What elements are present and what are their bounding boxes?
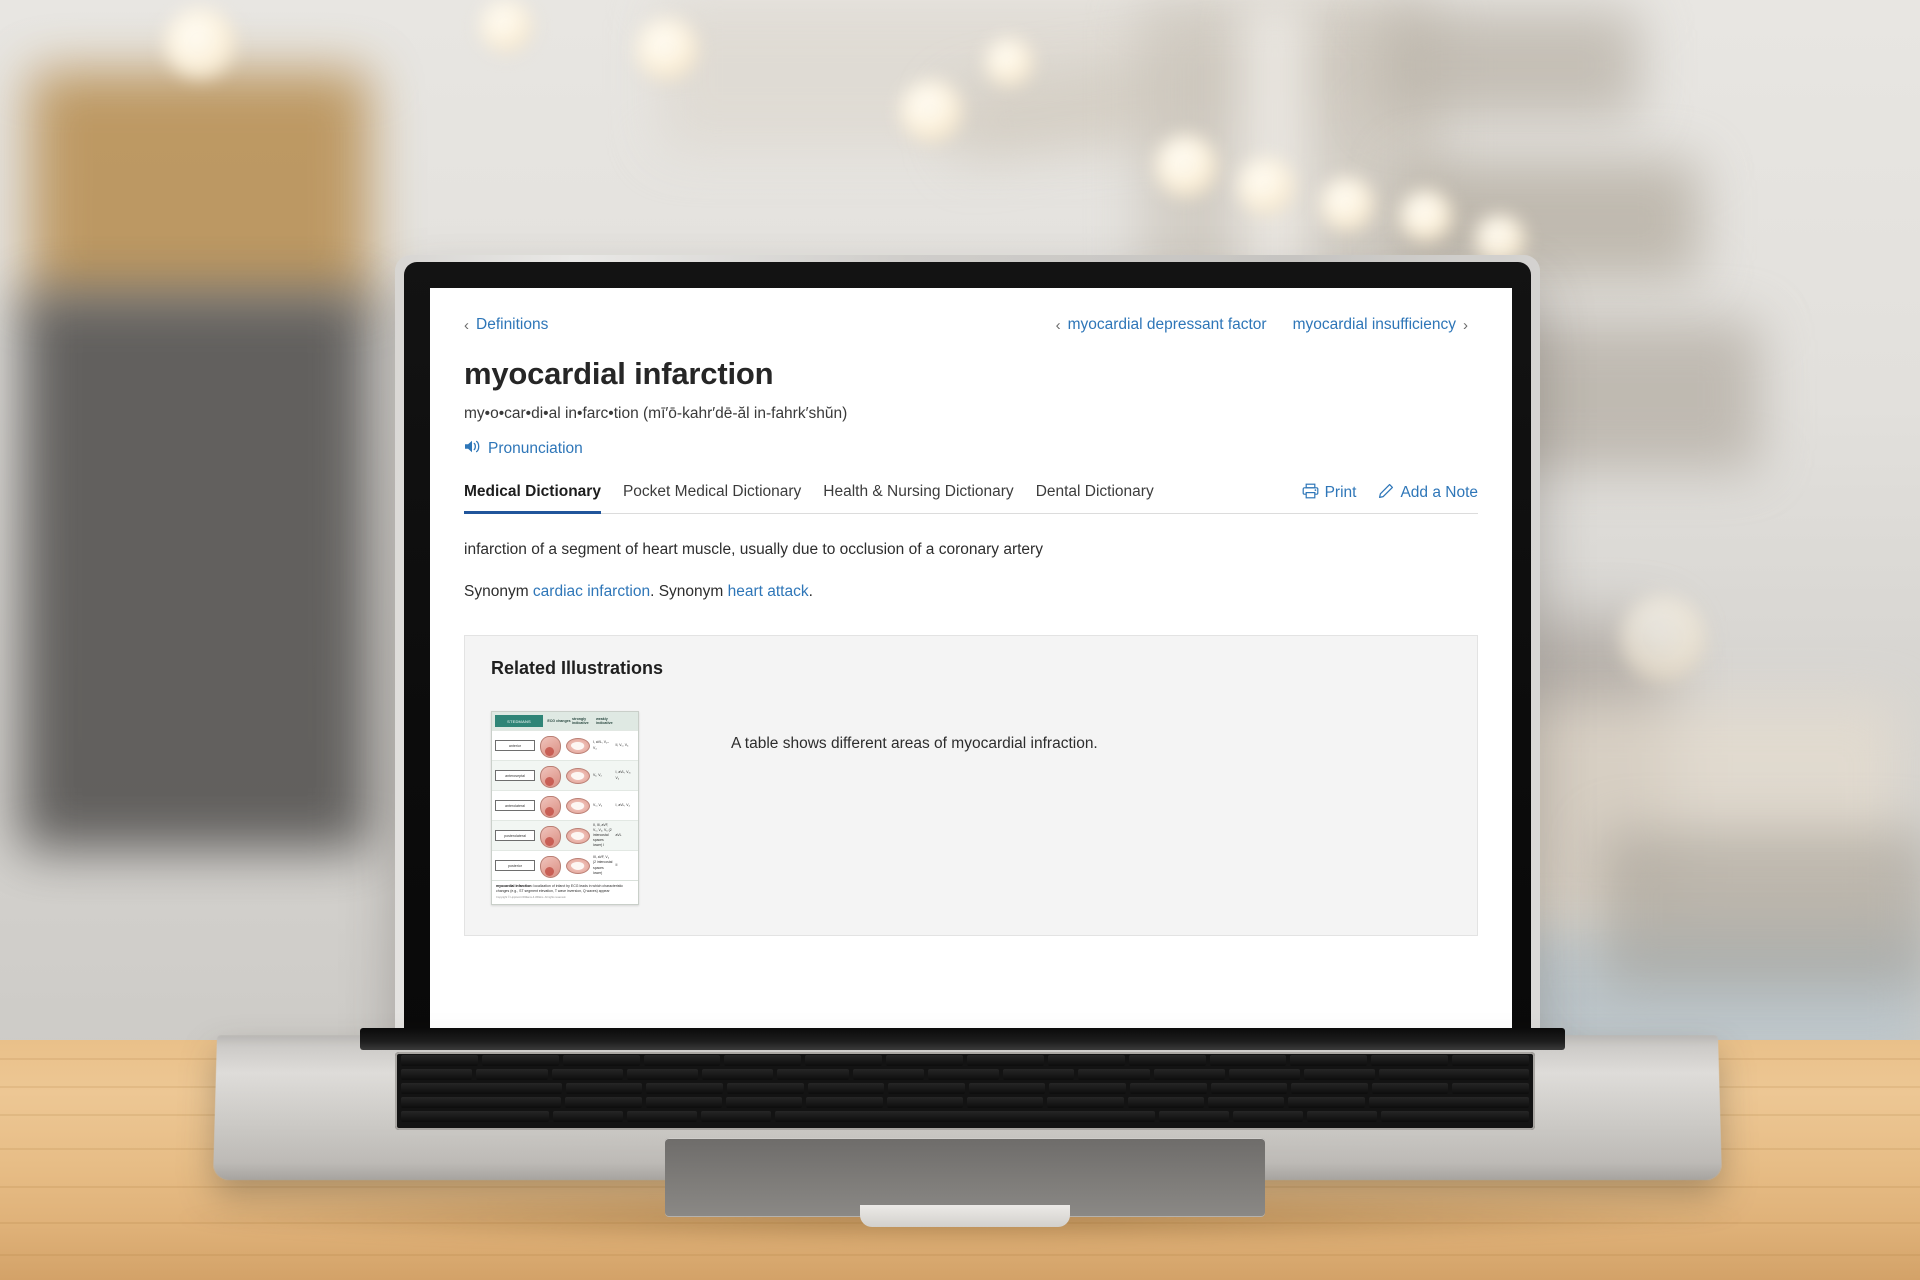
page-actions: Print Add a Note [1302,483,1478,513]
breadcrumb-label: Definitions [476,316,549,333]
dictionary-page: ‹ Definitions ‹ myocardial depressant fa… [430,288,1512,1033]
stedmans-logo: STEDMANS [495,715,543,728]
thumbnail-header: STEDMANS ECG changes strongly indicative… [492,712,638,731]
next-entry-link[interactable]: myocardial insufficiency › [1293,316,1468,334]
row-region-label: posterolateral [495,830,535,842]
table-row: anterolateral V₅, V₆ I, aVL, V₄ [492,790,638,820]
printer-icon [1302,483,1319,504]
row-weak-leads: II, V₅, V₆ [615,742,629,747]
thumbnail-copyright: Copyright © Lippincott Williams & Wilkin… [496,896,567,900]
thumbnail-column-strong: strongly indicative [572,716,589,726]
phonetic-transcription: my•o•car•di•al in•farc•tion (mī′ō-kahr′d… [464,404,848,422]
heart-diagram-icon [537,823,563,849]
cross-section-icon [566,797,590,814]
illustration-caption: A table shows different areas of myocard… [731,735,1098,753]
synonym-middle: . Synonym [650,583,728,601]
page-title: myocardial infarction [464,356,774,391]
dictionary-tabs-bar: Medical Dictionary Pocket Medical Dictio… [464,483,1478,514]
tab-medical-dictionary[interactable]: Medical Dictionary [464,483,601,514]
row-region-label: anterolateral [495,800,535,812]
table-row: anterior I, aVL, V₁–V₄ II, V₅, V₆ [492,730,638,760]
footnote-term: myocardial infarction: [496,884,533,889]
row-strong-leads: II, III, aVF, V₅, V₆, V₆ (2 intercostal … [593,822,612,848]
row-strong-leads: V₁, V₂ [593,772,602,777]
definition-text: infarction of a segment of heart muscle,… [464,540,1043,558]
pronunciation-label: Pronunciation [488,439,583,457]
top-navigation: ‹ Definitions ‹ myocardial depressant fa… [464,314,1478,336]
add-note-label: Add a Note [1400,484,1478,502]
dictionary-tabs: Medical Dictionary Pocket Medical Dictio… [464,483,1154,514]
prev-entry-link[interactable]: ‹ myocardial depressant factor [1056,316,1267,334]
row-region-label: anteroseptal [495,770,535,782]
thumbnail-footnote: myocardial infarction: localization of i… [492,880,638,904]
chevron-left-icon: ‹ [1055,316,1061,334]
speaker-icon [464,439,481,459]
pencil-icon [1378,483,1394,504]
row-strong-leads: V₅, V₆ [593,802,603,807]
heart-diagram-icon [537,733,563,759]
synonym-prefix-1: Synonym [464,583,533,601]
heart-diagram-icon [537,853,563,879]
prev-entry-label: myocardial depressant factor [1067,316,1267,333]
chevron-right-icon: › [1463,316,1468,334]
row-weak-leads: II [615,862,618,867]
synonyms-line: Synonym cardiac infarction. Synonym hear… [464,583,1478,601]
related-illustrations-title: Related Illustrations [491,658,664,679]
row-weak-leads: I, aVL, V₄ [615,802,630,807]
laptop-device: ‹ Definitions ‹ myocardial depressant fa… [0,0,1920,1280]
cross-section-icon [566,857,590,874]
table-row: anteroseptal V₁, V₂ I, aVL, V₃, V₄ [492,760,638,791]
cross-section-icon [566,827,590,844]
row-weak-leads: aVL [615,832,622,837]
entry-pager: ‹ myocardial depressant factor myocardia… [1056,316,1468,334]
breadcrumb-definitions[interactable]: ‹ Definitions [464,316,548,334]
print-label: Print [1324,484,1357,502]
pronunciation-button[interactable]: Pronunciation [464,439,1478,459]
row-region-label: posterior [495,860,535,872]
table-row: posterior III, aVF, V₆ (2 intercostal sp… [492,850,638,880]
tab-dental-dictionary[interactable]: Dental Dictionary [1036,483,1154,514]
thumbnail-column-ecg: ECG changes [547,718,571,723]
laptop-screen: ‹ Definitions ‹ myocardial depressant fa… [430,288,1512,1033]
illustration-thumbnail[interactable]: STEDMANS ECG changes strongly indicative… [491,711,639,905]
related-illustrations-panel: Related Illustrations STEDMANS ECG chang… [464,635,1478,936]
heart-diagram-icon [537,793,563,819]
row-weak-leads: I, aVL, V₃, V₄ [615,770,631,780]
table-row: posterolateral II, III, aVF, V₅, V₆, V₆ … [492,820,638,851]
synonym-suffix: . [808,583,813,601]
row-region-label: anterior [495,740,535,752]
synonym-link-heart-attack[interactable]: heart attack [728,583,809,600]
synonym-link-cardiac-infarction[interactable]: cardiac infarction [533,583,650,600]
chevron-left-icon: ‹ [464,316,469,334]
row-strong-leads: III, aVF, V₆ (2 intercostal spaces lower… [593,855,613,875]
lid-notch [860,1205,1070,1227]
next-entry-label: myocardial insufficiency [1292,316,1456,333]
add-note-button[interactable]: Add a Note [1378,483,1478,504]
print-button[interactable]: Print [1302,483,1357,504]
tab-health-nursing-dictionary[interactable]: Health & Nursing Dictionary [823,483,1013,514]
keyboard[interactable] [395,1052,1535,1130]
laptop-hinge [360,1028,1565,1050]
row-strong-leads: I, aVL, V₁–V₄ [593,740,610,750]
thumbnail-column-weak: weakly indicative [596,716,613,726]
heart-diagram-icon [537,763,563,789]
cross-section-icon [566,737,590,754]
illustration-row: STEDMANS ECG changes strongly indicative… [491,711,1451,905]
cross-section-icon [566,767,590,784]
tab-pocket-medical-dictionary[interactable]: Pocket Medical Dictionary [623,483,801,514]
